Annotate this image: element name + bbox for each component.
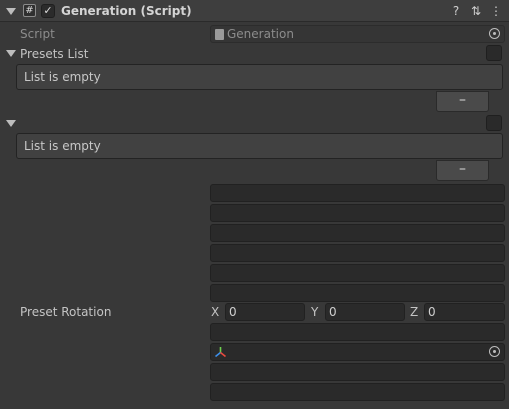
transform-object-field[interactable]	[210, 343, 505, 361]
empty-field[interactable]	[210, 244, 505, 262]
script-object-field[interactable]: Generation	[210, 25, 505, 43]
empty-field[interactable]	[210, 363, 505, 381]
presets-list-label: Presets List	[20, 47, 89, 61]
object-picker-icon[interactable]	[489, 28, 500, 39]
component-foldout-arrow[interactable]	[6, 8, 16, 15]
component-enabled-checkbox[interactable]: ✓	[41, 4, 55, 18]
presets-list-body: List is empty	[16, 64, 503, 90]
empty-field[interactable]	[210, 184, 505, 202]
rotation-z-input[interactable]: 0	[424, 303, 505, 321]
transform-icon	[215, 347, 226, 358]
help-icon[interactable]: ?	[449, 4, 463, 18]
rotation-z-label[interactable]: Z	[410, 304, 418, 320]
empty-field[interactable]	[210, 323, 505, 341]
component-title: Generation (Script)	[61, 4, 192, 18]
empty-field[interactable]	[210, 264, 505, 282]
object-picker-icon[interactable]	[489, 346, 500, 357]
second-list-body: List is empty	[16, 133, 503, 159]
presets-list-size-field[interactable]	[486, 45, 502, 61]
presets-list-remove-button[interactable]: –	[436, 91, 489, 112]
second-list-foldout-arrow[interactable]	[6, 120, 16, 127]
second-list-remove-button[interactable]: –	[436, 160, 489, 181]
rotation-x-input[interactable]: 0	[225, 303, 305, 321]
rotation-y-label[interactable]: Y	[311, 304, 318, 320]
presets-settings-icon[interactable]: ⇅	[469, 4, 483, 18]
preset-rotation-label: Preset Rotation	[20, 305, 112, 319]
kebab-menu-icon[interactable]: ⋮	[489, 4, 503, 18]
script-file-icon	[215, 29, 224, 40]
script-field-value: Generation	[227, 27, 294, 41]
empty-field[interactable]	[210, 284, 505, 302]
empty-field[interactable]	[210, 204, 505, 222]
empty-field[interactable]	[210, 224, 505, 242]
presets-list-foldout-arrow[interactable]	[6, 50, 16, 57]
second-list-size-field[interactable]	[486, 115, 502, 131]
script-label: Script	[20, 27, 55, 41]
rotation-x-label[interactable]: X	[211, 304, 219, 320]
empty-field[interactable]	[210, 383, 505, 401]
script-icon: #	[23, 4, 36, 17]
rotation-y-input[interactable]: 0	[325, 303, 405, 321]
